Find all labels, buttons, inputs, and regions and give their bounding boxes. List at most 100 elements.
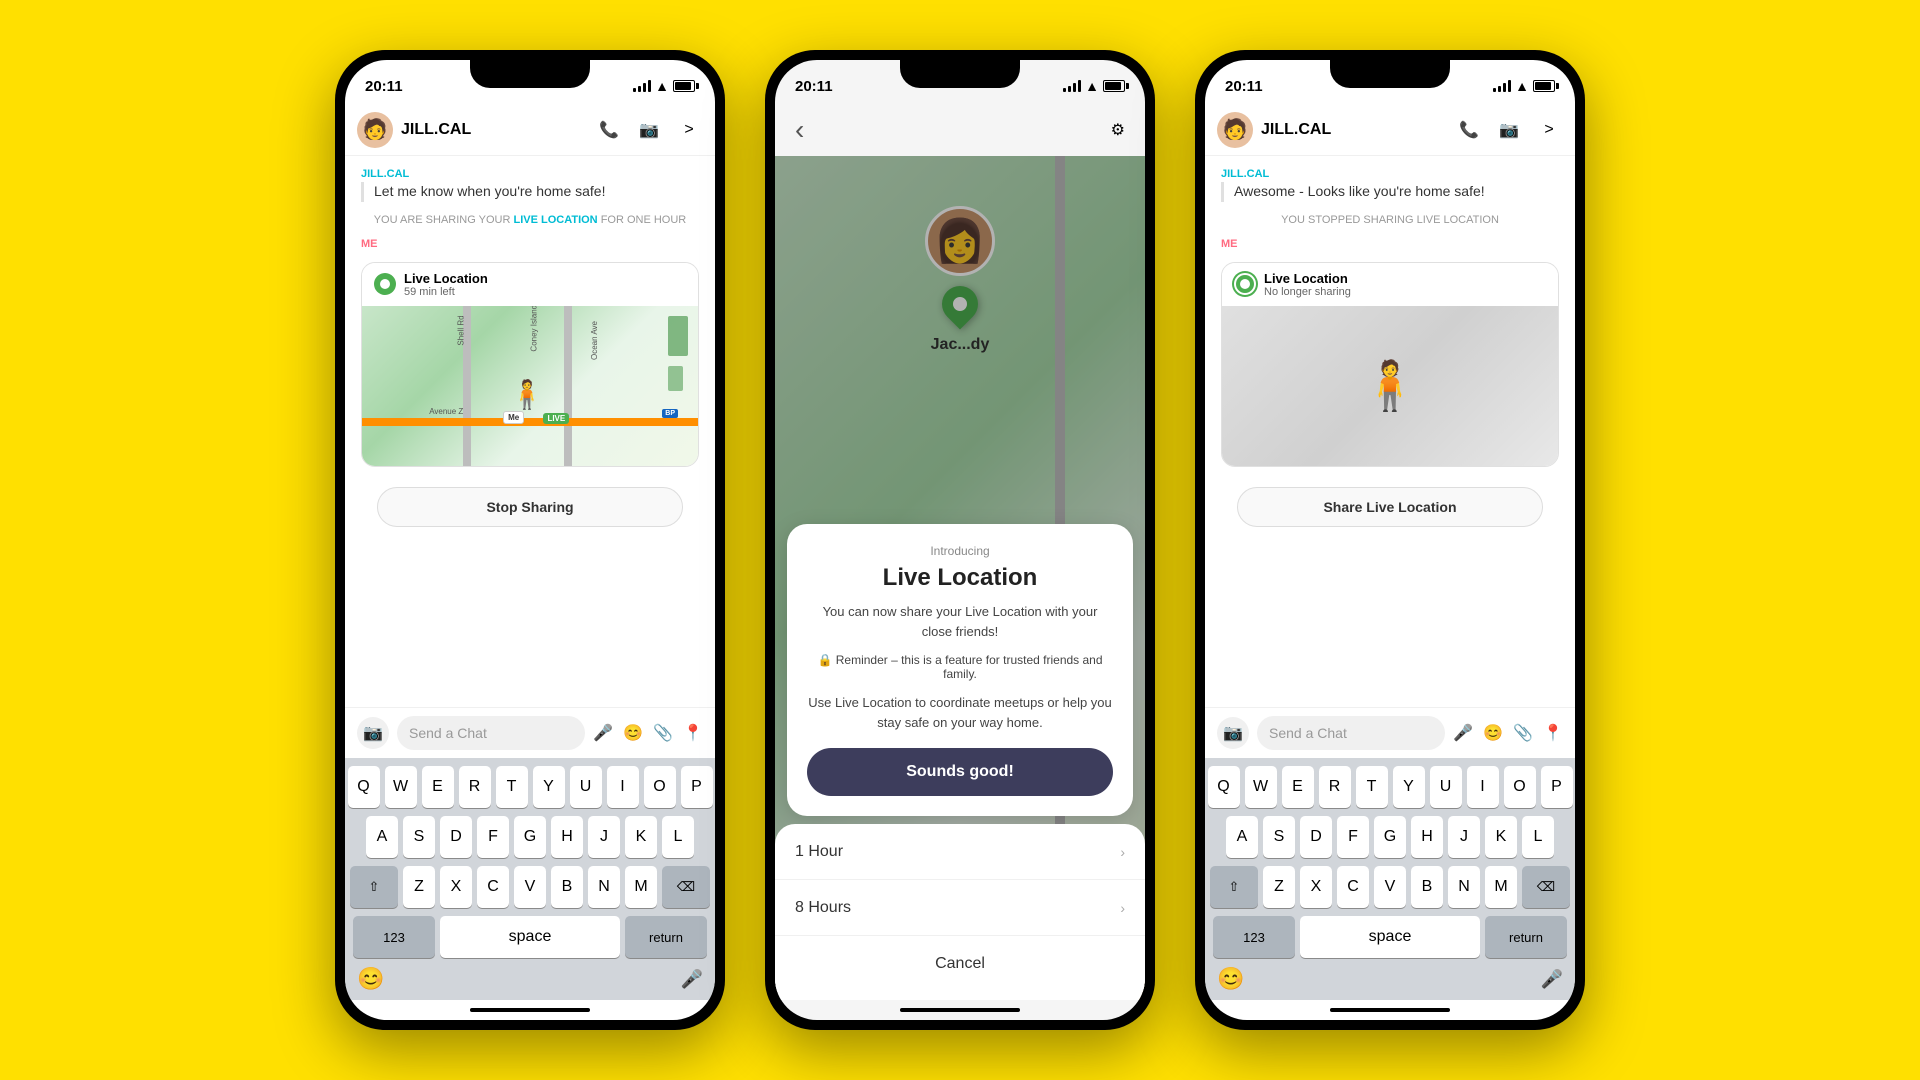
key-rm[interactable]: M (1485, 866, 1517, 908)
share-live-button[interactable]: Share Live Location (1237, 487, 1543, 527)
cancel-button[interactable]: Cancel (775, 936, 1145, 992)
location-icon-left[interactable]: 📍 (683, 723, 703, 743)
key-rj[interactable]: J (1448, 816, 1480, 858)
key-y[interactable]: Y (533, 766, 565, 808)
key-e[interactable]: E (422, 766, 454, 808)
key-q[interactable]: Q (348, 766, 380, 808)
key-rdelete[interactable]: ⌫ (1522, 866, 1570, 908)
key-ru[interactable]: U (1430, 766, 1462, 808)
key-re[interactable]: E (1282, 766, 1314, 808)
key-rf[interactable]: F (1337, 816, 1369, 858)
chat-input-box-right[interactable]: Send a Chat (1257, 716, 1445, 750)
live-dot (374, 273, 396, 295)
keyboard-emoji-right[interactable]: 😊 (1217, 966, 1244, 992)
key-rc[interactable]: C (1337, 866, 1369, 908)
location-icon-right[interactable]: 📍 (1543, 723, 1563, 743)
key-delete[interactable]: ⌫ (662, 866, 710, 908)
attach-icon-right[interactable]: 📎 (1513, 723, 1533, 743)
key-w[interactable]: W (385, 766, 417, 808)
live-link[interactable]: LIVE LOCATION (514, 214, 598, 226)
key-rt[interactable]: T (1356, 766, 1388, 808)
key-r[interactable]: R (459, 766, 491, 808)
key-ry[interactable]: Y (1393, 766, 1425, 808)
map-label-shell: Shell Rd (457, 315, 466, 345)
key-ra[interactable]: A (1226, 816, 1258, 858)
key-rreturn[interactable]: return (1485, 916, 1567, 958)
key-p[interactable]: P (681, 766, 713, 808)
key-k[interactable]: K (625, 816, 657, 858)
mic-icon-right[interactable]: 🎤 (1453, 723, 1473, 743)
key-z[interactable]: Z (403, 866, 435, 908)
key-rh[interactable]: H (1411, 816, 1443, 858)
key-u[interactable]: U (570, 766, 602, 808)
key-v[interactable]: V (514, 866, 546, 908)
keyboard-mic-right[interactable]: 🎤 (1541, 969, 1563, 990)
key-t[interactable]: T (496, 766, 528, 808)
key-rw[interactable]: W (1245, 766, 1277, 808)
key-ri[interactable]: I (1467, 766, 1499, 808)
sounds-good-button[interactable]: Sounds good! (807, 748, 1113, 796)
key-n[interactable]: N (588, 866, 620, 908)
back-icon[interactable]: ‹ (795, 114, 804, 146)
key-x[interactable]: X (440, 866, 472, 908)
emoji-icon-right[interactable]: 😊 (1483, 723, 1503, 743)
home-indicator-left (345, 1000, 715, 1020)
key-a[interactable]: A (366, 816, 398, 858)
option-8-hours[interactable]: 8 Hours › (775, 880, 1145, 936)
key-rspace[interactable]: space (1300, 916, 1480, 958)
more-button-right[interactable]: > (1535, 116, 1563, 144)
key-j[interactable]: J (588, 816, 620, 858)
key-rv[interactable]: V (1374, 866, 1406, 908)
map-label-avenue: Avenue Z (429, 407, 463, 416)
key-ro[interactable]: O (1504, 766, 1536, 808)
keyboard-mic-left[interactable]: 🎤 (681, 969, 703, 990)
call-button-right[interactable]: 📞 (1455, 116, 1483, 144)
option-1-hour[interactable]: 1 Hour › (775, 824, 1145, 880)
key-b[interactable]: B (551, 866, 583, 908)
key-rr[interactable]: R (1319, 766, 1351, 808)
live-location-card-right[interactable]: Live Location No longer sharing 🧍 (1221, 262, 1559, 467)
key-o[interactable]: O (644, 766, 676, 808)
video-button-left[interactable]: 📷 (635, 116, 663, 144)
key-rz[interactable]: Z (1263, 866, 1295, 908)
key-m[interactable]: M (625, 866, 657, 908)
key-return[interactable]: return (625, 916, 707, 958)
key-rk[interactable]: K (1485, 816, 1517, 858)
key-rd[interactable]: D (1300, 816, 1332, 858)
call-button-left[interactable]: 📞 (595, 116, 623, 144)
live-location-card-left[interactable]: Live Location 59 min left Shell Rd Ocean… (361, 262, 699, 467)
settings-icon[interactable]: ⚙ (1111, 120, 1125, 140)
key-d[interactable]: D (440, 816, 472, 858)
attach-icon-left[interactable]: 📎 (653, 723, 673, 743)
mic-icon-left[interactable]: 🎤 (593, 723, 613, 743)
chat-input-box-left[interactable]: Send a Chat (397, 716, 585, 750)
key-g[interactable]: G (514, 816, 546, 858)
key-f[interactable]: F (477, 816, 509, 858)
key-rg[interactable]: G (1374, 816, 1406, 858)
key-rn[interactable]: N (1448, 866, 1480, 908)
key-rl[interactable]: L (1522, 816, 1554, 858)
key-rshift[interactable]: ⇧ (1210, 866, 1258, 908)
key-c[interactable]: C (477, 866, 509, 908)
time-right: 20:11 (1225, 78, 1263, 95)
key-rs[interactable]: S (1263, 816, 1295, 858)
key-rb[interactable]: B (1411, 866, 1443, 908)
key-l[interactable]: L (662, 816, 694, 858)
emoji-icon-left[interactable]: 😊 (623, 723, 643, 743)
stop-sharing-button[interactable]: Stop Sharing (377, 487, 683, 527)
key-s[interactable]: S (403, 816, 435, 858)
camera-button-left[interactable]: 📷 (357, 717, 389, 749)
key-rq[interactable]: Q (1208, 766, 1240, 808)
key-rp[interactable]: P (1541, 766, 1573, 808)
key-i[interactable]: I (607, 766, 639, 808)
camera-button-right[interactable]: 📷 (1217, 717, 1249, 749)
key-h[interactable]: H (551, 816, 583, 858)
key-123[interactable]: 123 (353, 916, 435, 958)
key-shift[interactable]: ⇧ (350, 866, 398, 908)
key-space[interactable]: space (440, 916, 620, 958)
key-r123[interactable]: 123 (1213, 916, 1295, 958)
video-button-right[interactable]: 📷 (1495, 116, 1523, 144)
more-button-left[interactable]: > (675, 116, 703, 144)
keyboard-emoji-left[interactable]: 😊 (357, 966, 384, 992)
key-rx[interactable]: X (1300, 866, 1332, 908)
